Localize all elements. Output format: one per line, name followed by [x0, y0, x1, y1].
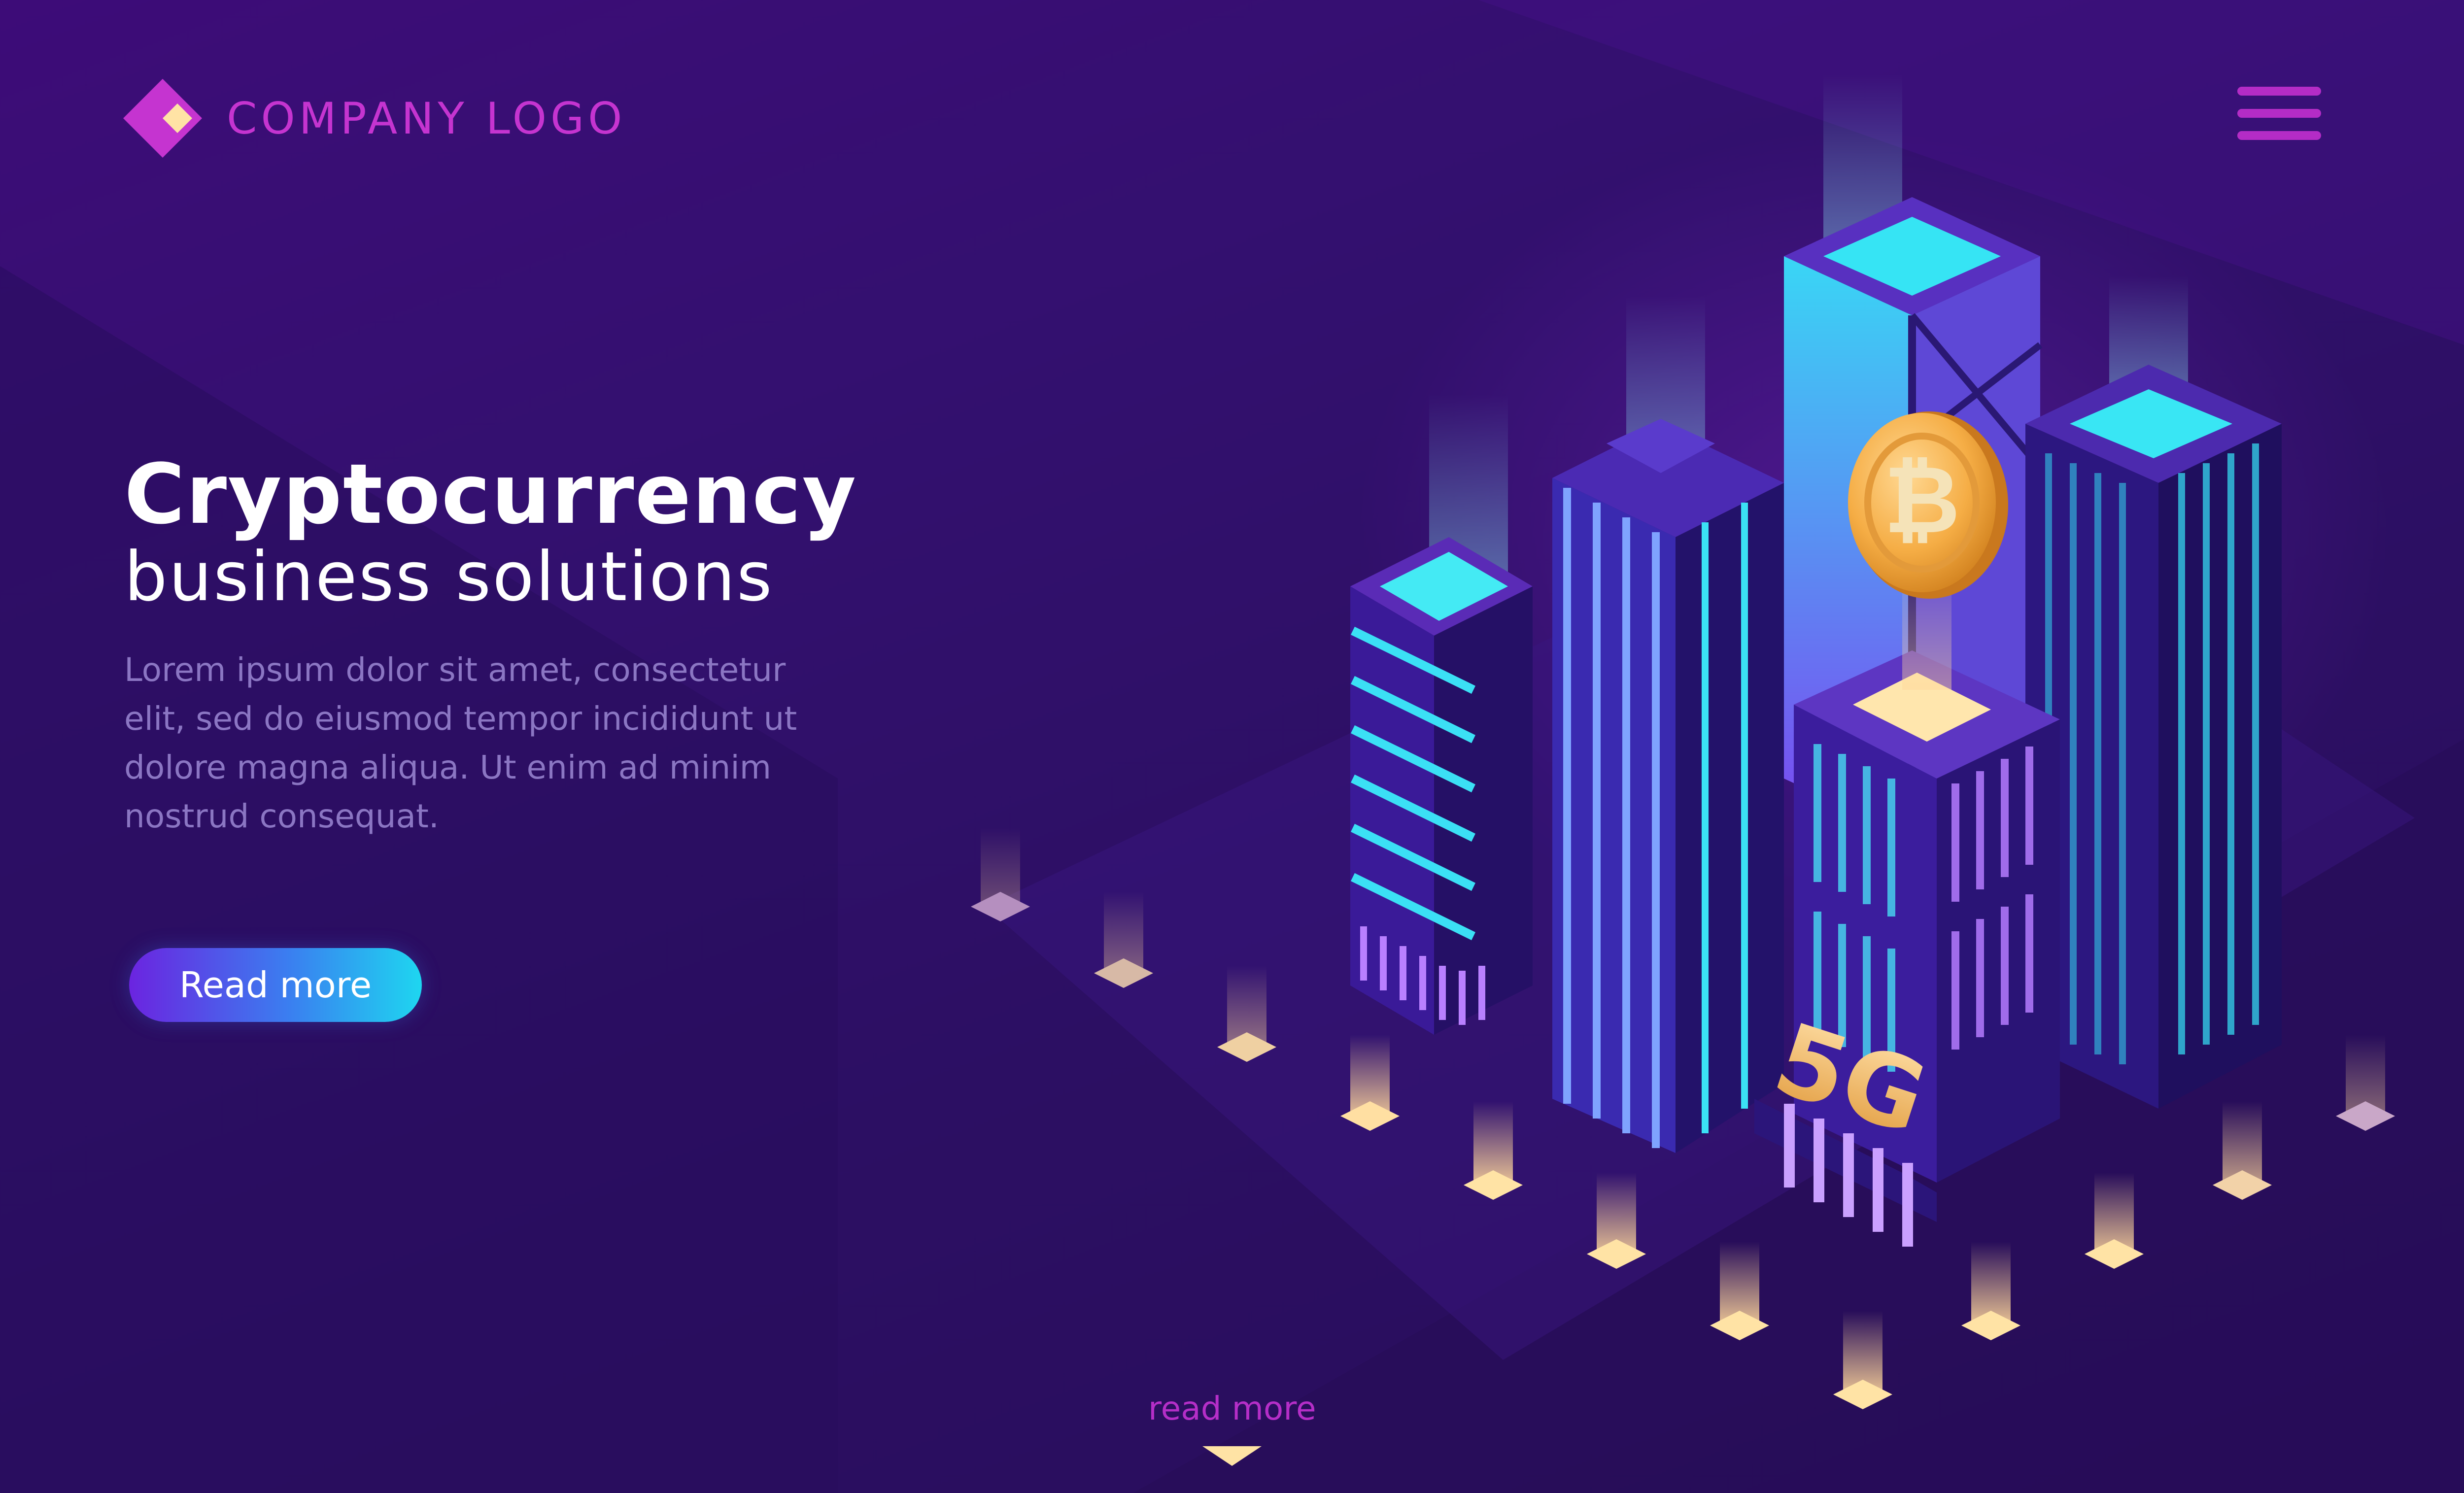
diamond-logo-icon	[123, 79, 202, 158]
logo-text: COMPANY LOGO	[227, 93, 626, 144]
read-more-link[interactable]: read more	[1148, 1390, 1316, 1427]
hero-description: Lorem ipsum dolor sit amet, consectetur …	[124, 651, 797, 835]
menu-line	[2237, 131, 2321, 140]
chevron-down-icon[interactable]	[1202, 1446, 1262, 1466]
hero-subtitle: business solutions	[124, 537, 774, 616]
menu-line	[2237, 109, 2321, 118]
hero-title: Cryptocurrency	[124, 446, 857, 543]
hamburger-menu-icon[interactable]	[2237, 84, 2321, 143]
read-more-button[interactable]: Read more	[129, 948, 422, 1022]
company-logo[interactable]: COMPANY LOGO	[123, 79, 626, 158]
menu-line	[2237, 87, 2321, 96]
